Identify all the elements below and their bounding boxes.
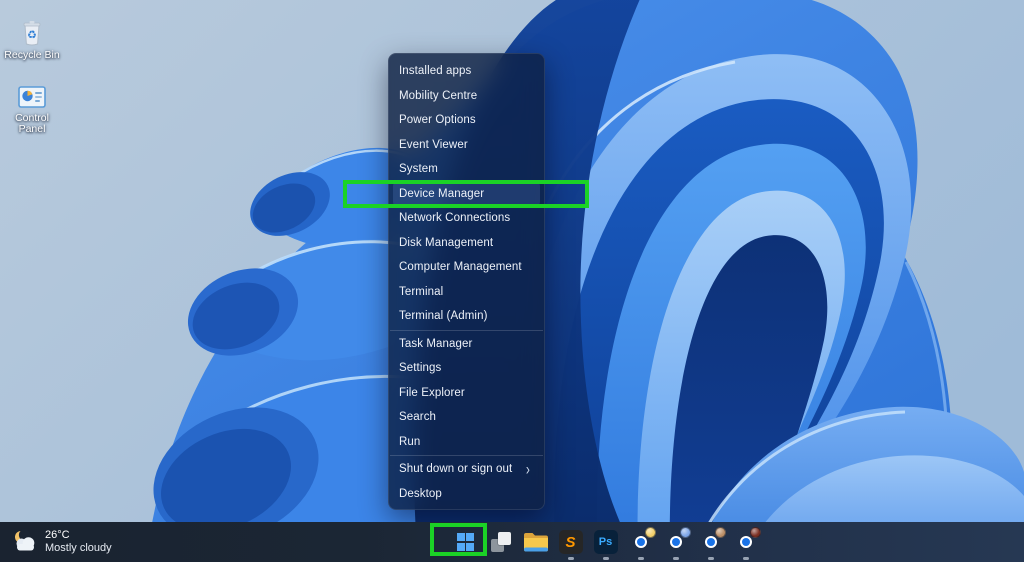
control-panel-icon [18, 86, 46, 108]
chrome-profile-badge [714, 527, 726, 538]
running-indicator [707, 557, 714, 560]
running-indicator [672, 557, 679, 560]
weather-widget[interactable]: 26°C Mostly cloudy [12, 522, 112, 562]
taskbar-button-chrome-profile-1[interactable] [623, 522, 658, 562]
taskbar-button-chrome-profile-2[interactable] [658, 522, 693, 562]
desktop-icon-control-panel[interactable]: Control Panel [1, 86, 63, 135]
menu-item-shut-down-or-sign-out[interactable]: Shut down or sign out › [389, 457, 544, 482]
menu-item-label: Shut down or sign out [399, 463, 513, 476]
taskbar: 26°C Mostly cloudy S Ps [0, 522, 1024, 562]
chrome-icon [664, 527, 691, 554]
taskbar-button-overlapping-squares-app[interactable] [483, 522, 518, 562]
running-indicator [742, 557, 749, 560]
weather-temperature: 26°C [45, 529, 70, 541]
chrome-profile-badge [679, 527, 691, 538]
weather-condition: Mostly cloudy [45, 542, 112, 554]
running-indicator [567, 557, 574, 560]
taskbar-app-icons: S Ps [448, 522, 763, 562]
menu-item-mobility-centre[interactable]: Mobility Centre [389, 84, 544, 109]
chrome-profile-badge [749, 527, 761, 538]
running-indicator [637, 557, 644, 560]
menu-item-installed-apps[interactable]: Installed apps [389, 59, 544, 84]
sublime-text-icon: S [558, 530, 583, 554]
menu-item-file-explorer[interactable]: File Explorer [389, 381, 544, 406]
chrome-icon [734, 527, 761, 554]
menu-item-desktop[interactable]: Desktop [389, 482, 544, 507]
running-indicator [602, 557, 609, 560]
menu-item-system[interactable]: System [389, 157, 544, 182]
menu-separator [390, 329, 543, 332]
windows-desktop: ♻ Recycle Bin Control Panel Installed ap… [0, 0, 1024, 562]
menu-item-event-viewer[interactable]: Event Viewer [389, 133, 544, 158]
menu-item-task-manager[interactable]: Task Manager [389, 332, 544, 357]
folder-icon [523, 533, 548, 552]
taskbar-button-chrome-profile-3[interactable] [693, 522, 728, 562]
submenu-chevron-icon: › [525, 459, 530, 480]
chrome-icon [629, 527, 656, 554]
taskbar-button-chrome-profile-4[interactable] [728, 522, 763, 562]
recycle-bin-icon: ♻ [23, 21, 41, 46]
photoshop-icon: Ps [593, 530, 618, 554]
menu-item-terminal-admin[interactable]: Terminal (Admin) [389, 304, 544, 329]
chrome-icon [699, 527, 726, 554]
winx-context-menu: Installed apps Mobility Centre Power Opt… [388, 53, 545, 510]
menu-item-computer-management[interactable]: Computer Management [389, 255, 544, 280]
desktop-icon-recycle-bin[interactable]: ♻ Recycle Bin [1, 20, 63, 61]
start-button[interactable] [448, 522, 483, 562]
menu-item-run[interactable]: Run [389, 430, 544, 455]
menu-item-network-connections[interactable]: Network Connections [389, 206, 544, 231]
menu-item-disk-management[interactable]: Disk Management [389, 231, 544, 256]
overlapping-squares-icon [490, 532, 511, 552]
taskbar-button-sublime-text[interactable]: S [553, 522, 588, 562]
menu-item-device-manager[interactable]: Device Manager [393, 181, 540, 206]
menu-item-terminal[interactable]: Terminal [389, 280, 544, 305]
chrome-profile-badge [644, 527, 656, 538]
menu-item-search[interactable]: Search [389, 405, 544, 430]
svg-text:♻: ♻ [27, 29, 37, 42]
mostly-cloudy-night-icon [15, 529, 35, 551]
menu-separator [390, 454, 543, 457]
taskbar-button-photoshop[interactable]: Ps [588, 522, 623, 562]
taskbar-button-file-explorer[interactable] [518, 522, 553, 562]
menu-item-power-options[interactable]: Power Options [389, 108, 544, 133]
menu-item-settings[interactable]: Settings [389, 356, 544, 381]
desktop-icon-label: Recycle Bin [4, 49, 60, 61]
windows-logo-icon [456, 533, 475, 551]
desktop-icon-label: Control Panel [15, 112, 49, 135]
